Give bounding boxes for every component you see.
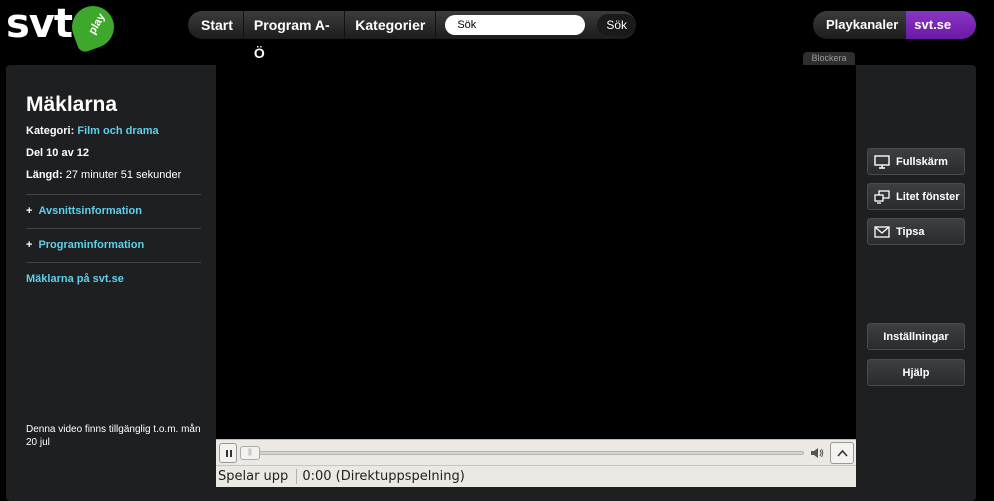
length-value: 27 minuter 51 sekunder bbox=[65, 169, 182, 181]
expander-label: Avsnittsinformation bbox=[38, 205, 142, 217]
playback-status: Spelar upp bbox=[216, 469, 298, 484]
logo-text: svt bbox=[6, 1, 73, 47]
chevron-up-icon bbox=[837, 449, 848, 457]
nav-start[interactable]: Start bbox=[188, 11, 244, 39]
seek-bar[interactable] bbox=[242, 451, 804, 455]
settings-button[interactable]: Inställningar bbox=[867, 323, 965, 350]
search-button[interactable]: Sök bbox=[597, 14, 636, 36]
expander-label: Programinformation bbox=[38, 239, 145, 251]
episode-info-expander[interactable]: + Avsnittsinformation bbox=[26, 195, 201, 228]
category-link[interactable]: Film och drama bbox=[77, 125, 158, 137]
nav-program-a-o[interactable]: Program A-Ö bbox=[244, 11, 346, 61]
search-bar: Sök bbox=[436, 14, 636, 36]
monitor-icon bbox=[874, 154, 890, 169]
popout-window-icon bbox=[874, 189, 890, 204]
plus-icon: + bbox=[26, 205, 33, 217]
search-input[interactable] bbox=[445, 15, 586, 35]
share-label: Tipsa bbox=[896, 225, 925, 238]
svtse-link[interactable]: svt.se bbox=[906, 11, 976, 39]
share-button[interactable]: Tipsa bbox=[867, 218, 965, 245]
fullscreen-label: Fullskärm bbox=[896, 155, 948, 168]
help-button[interactable]: Hjälp bbox=[867, 359, 965, 386]
program-title: Mäklarna bbox=[26, 93, 118, 116]
expand-button[interactable] bbox=[830, 442, 854, 464]
envelope-icon bbox=[874, 225, 890, 238]
small-window-label: Litet fönster bbox=[896, 190, 960, 203]
episode-text: Del 10 av 12 bbox=[26, 147, 89, 159]
player-controls: || bbox=[216, 439, 856, 465]
player-statusbar: Spelar upp 0:00 (Direktuppspelning) bbox=[216, 465, 856, 487]
svt-play-logo[interactable]: svt play bbox=[6, 0, 120, 54]
program-page-link[interactable]: Mäklarna på svt.se bbox=[26, 263, 201, 285]
video-area[interactable] bbox=[216, 65, 856, 439]
help-label: Hjälp bbox=[902, 366, 930, 379]
main-nav: Start Program A-Ö Kategorier Sök bbox=[188, 11, 636, 61]
small-window-button[interactable]: Litet fönster bbox=[867, 183, 965, 210]
program-info: Mäklarna Kategori: Film och drama Del 10… bbox=[26, 93, 201, 285]
seek-handle[interactable]: || bbox=[240, 446, 260, 460]
volume-icon[interactable] bbox=[810, 446, 824, 460]
channel-links: Playkanaler svt.se bbox=[813, 11, 976, 39]
availability-note: Denna video finns tillgänglig t.o.m. mån… bbox=[26, 424, 201, 448]
episode-row: Del 10 av 12 bbox=[26, 147, 201, 160]
program-info-expander[interactable]: + Programinformation bbox=[26, 229, 201, 262]
plus-icon: + bbox=[26, 239, 33, 251]
length-label: Längd: bbox=[26, 169, 63, 181]
category-label: Kategori: bbox=[26, 125, 75, 137]
pause-button[interactable] bbox=[219, 443, 237, 463]
nav-kategorier[interactable]: Kategorier bbox=[345, 11, 437, 39]
length-row: Längd: 27 minuter 51 sekunder bbox=[26, 169, 201, 182]
settings-label: Inställningar bbox=[883, 330, 949, 343]
playback-time: 0:00 (Direktuppspelning) bbox=[302, 469, 465, 484]
blockera-tab[interactable]: Blockera bbox=[803, 52, 855, 65]
fullscreen-button[interactable]: Fullskärm bbox=[867, 148, 965, 175]
category-row: Kategori: Film och drama bbox=[26, 125, 201, 138]
playkanaler-link[interactable]: Playkanaler bbox=[813, 11, 907, 39]
